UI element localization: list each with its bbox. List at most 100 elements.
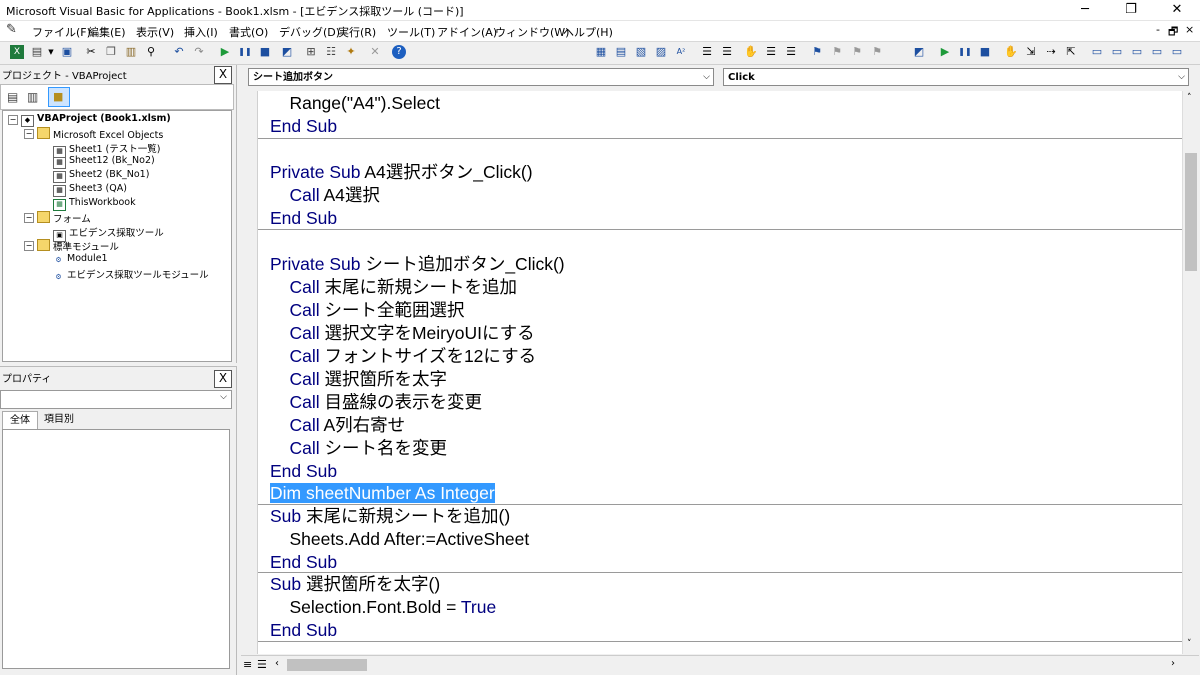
code-line[interactable]: Call フォントサイズを12にする — [270, 345, 536, 368]
reset-icon[interactable]: ■ — [258, 45, 272, 59]
code-line[interactable]: End Sub — [270, 619, 337, 642]
help-icon[interactable]: ? — [392, 45, 406, 59]
vertical-scrollbar[interactable]: ˄ ˅ — [1182, 91, 1200, 654]
close-button[interactable]: ✕ — [1154, 0, 1200, 20]
outdent-icon[interactable]: ☰ — [720, 45, 734, 59]
procedure-combo[interactable]: Click ⌵ — [723, 68, 1189, 86]
vertical-scroll-thumb[interactable] — [1185, 153, 1197, 271]
design-mode-icon-2[interactable]: ◩ — [912, 45, 926, 59]
cut-icon[interactable]: ✂ — [84, 45, 98, 59]
object-browser-icon[interactable]: ✦ — [344, 45, 358, 59]
maximize-button[interactable]: ❐ — [1108, 0, 1154, 20]
step-over-icon[interactable]: ⇢ — [1044, 45, 1058, 59]
code-line[interactable]: Sub 選択箇所を太字() — [270, 573, 440, 596]
code-line[interactable]: Sub 末尾に新規シートを追加() — [270, 505, 510, 528]
call-stack-icon[interactable]: ▭ — [1170, 45, 1184, 59]
mdi-restore-button[interactable]: 🗗 — [1168, 23, 1178, 42]
menu-insert[interactable]: 挿入(I) — [184, 24, 218, 40]
tree-item-evidence-module[interactable]: ⚙ エビデンス採取ツールモジュール — [53, 267, 209, 283]
code-line[interactable]: End Sub — [270, 207, 337, 230]
undo-icon[interactable]: ↶ — [172, 45, 186, 59]
indent-icon[interactable]: ☰ — [700, 45, 714, 59]
list-constants-icon[interactable]: ▤ — [614, 45, 628, 59]
minimize-button[interactable]: ─ — [1062, 0, 1108, 20]
code-margin-bar[interactable] — [241, 91, 258, 654]
code-line[interactable]: Private Sub シート追加ボタン_Click() — [270, 253, 565, 276]
view-excel-icon[interactable]: X — [10, 45, 24, 59]
collapse-icon[interactable]: − — [24, 241, 34, 251]
scroll-left-icon[interactable]: ‹ — [275, 658, 279, 669]
code-line[interactable]: Range("A4").Select — [270, 92, 440, 115]
collapse-icon[interactable]: − — [8, 115, 18, 125]
break-icon-2[interactable]: ❚❚ — [958, 45, 972, 59]
run-icon[interactable]: ▶ — [218, 45, 232, 59]
code-line[interactable]: Sheets.Add After:=ActiveSheet — [270, 528, 529, 551]
project-explorer-icon[interactable]: ⊞ — [304, 45, 318, 59]
step-into-icon[interactable]: ⇲ — [1024, 45, 1038, 59]
tree-item-vbaproject[interactable]: ◆ VBAProject (Book1.xlsm) — [21, 113, 171, 127]
tree-item-sheet12[interactable]: ▦ Sheet12 (Bk_No2) — [53, 155, 155, 169]
collapse-icon[interactable]: − — [24, 213, 34, 223]
tab-categorized[interactable]: 項目別 — [38, 412, 80, 427]
properties-pane-close-button[interactable]: X — [214, 370, 232, 388]
quick-watch-icon[interactable]: ▭ — [1150, 45, 1164, 59]
dropdown-arrow-icon[interactable]: ▼ — [44, 45, 58, 59]
properties-window-icon[interactable]: ☷ — [324, 45, 338, 59]
full-module-view-icon[interactable]: ☰ — [257, 658, 267, 671]
clear-bookmarks-icon[interactable]: ⚑ — [870, 45, 884, 59]
toggle-breakpoint-icon-2[interactable]: ✋ — [1004, 45, 1018, 59]
mdi-close-button[interactable]: × — [1185, 23, 1194, 36]
insert-userform-icon[interactable]: ▤ — [30, 45, 44, 59]
immediate-window-icon[interactable]: ▭ — [1110, 45, 1124, 59]
project-pane-close-button[interactable]: X — [214, 66, 232, 84]
tree-item-standard-modules[interactable]: 標準モジュール — [37, 239, 119, 253]
step-out-icon[interactable]: ⇱ — [1064, 45, 1078, 59]
horizontal-scrollbar[interactable]: ≡ ☰ ‹ › — [241, 655, 1199, 675]
menu-help[interactable]: ヘルプ(H) — [563, 24, 613, 40]
save-icon[interactable]: ▣ — [60, 45, 74, 59]
list-properties-icon[interactable]: ▦ — [594, 45, 608, 59]
scroll-up-icon[interactable]: ˄ — [1187, 93, 1192, 103]
object-dropdown[interactable]: ⌵ — [0, 390, 232, 409]
menu-window[interactable]: ウィンドウ(W) — [495, 24, 569, 40]
code-line[interactable]: Call 選択文字をMeiryoUIにする — [270, 322, 534, 345]
code-line[interactable]: End Sub — [270, 551, 337, 574]
menu-addins[interactable]: アドイン(A) — [437, 24, 497, 40]
menu-view[interactable]: 表示(V) — [136, 24, 174, 40]
scroll-down-icon[interactable]: ˅ — [1187, 639, 1192, 649]
horizontal-scroll-thumb[interactable] — [287, 659, 367, 671]
locals-window-icon[interactable]: ▭ — [1090, 45, 1104, 59]
menu-debug[interactable]: デバッグ(D) — [279, 24, 340, 40]
collapse-icon[interactable]: − — [24, 129, 34, 139]
watch-window-icon[interactable]: ▭ — [1130, 45, 1144, 59]
mdi-minimize-button[interactable]: - — [1156, 23, 1160, 36]
object-combo[interactable]: シート追加ボタン ⌵ — [248, 68, 714, 86]
toolbox-icon[interactable]: ✕ — [368, 45, 382, 59]
comment-block-icon[interactable]: ☰ — [764, 45, 778, 59]
reset-icon-2[interactable]: ■ — [978, 45, 992, 59]
tree-item-sheet3[interactable]: ▦ Sheet3 (QA) — [53, 183, 127, 197]
view-object-icon[interactable]: ▥ — [27, 90, 38, 104]
menu-run[interactable]: 実行(R) — [338, 24, 376, 40]
tree-item-sheet2[interactable]: ▦ Sheet2 (BK_No1) — [53, 169, 149, 183]
redo-icon[interactable]: ↷ — [192, 45, 206, 59]
menu-tools[interactable]: ツール(T) — [387, 24, 435, 40]
code-line[interactable]: End Sub — [270, 460, 337, 483]
code-line[interactable]: Call A4選択 — [270, 184, 379, 207]
code-line-selected[interactable]: Dim sheetNumber As Integer — [270, 482, 495, 505]
tab-alphabetic[interactable]: 全体 — [2, 411, 38, 429]
parameter-info-icon[interactable]: ▨ — [654, 45, 668, 59]
code-line[interactable]: Private Sub A4選択ボタン_Click() — [270, 161, 533, 184]
previous-bookmark-icon[interactable]: ⚑ — [850, 45, 864, 59]
toggle-breakpoint-icon[interactable]: ✋ — [744, 45, 758, 59]
code-line[interactable]: Call シート全範囲選択 — [270, 299, 464, 322]
run-icon-2[interactable]: ▶ — [938, 45, 952, 59]
vba-app-icon[interactable]: ✎ — [6, 22, 17, 37]
quick-info-icon[interactable]: ▧ — [634, 45, 648, 59]
procedure-view-icon[interactable]: ≡ — [243, 658, 252, 671]
view-code-icon[interactable]: ▤ — [7, 90, 18, 104]
complete-word-icon[interactable]: A² — [674, 45, 688, 59]
code-line[interactable]: Selection.Font.Bold = True — [270, 596, 496, 619]
scroll-right-icon[interactable]: › — [1171, 658, 1175, 669]
tree-item-excel-objects[interactable]: Microsoft Excel Objects — [37, 127, 163, 141]
